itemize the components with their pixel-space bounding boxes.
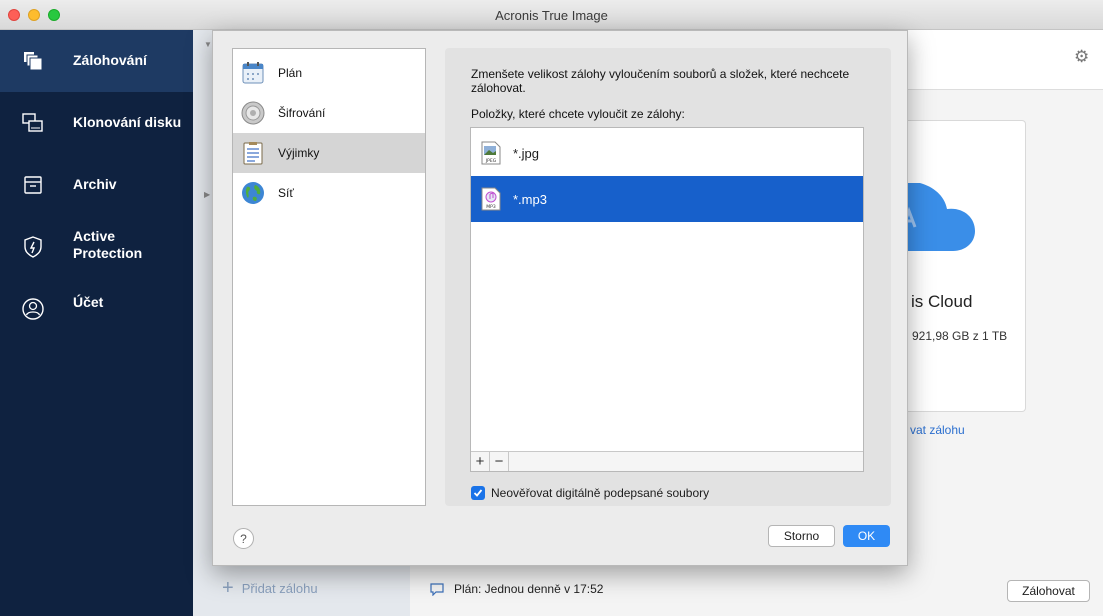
account-icon xyxy=(22,298,44,320)
remove-exclusion-button[interactable]: − xyxy=(490,452,509,471)
encryption-icon xyxy=(241,101,265,125)
mp3-file-icon: MP3 xyxy=(481,187,501,211)
ok-button[interactable]: OK xyxy=(843,525,890,547)
skip-signed-files-checkbox[interactable] xyxy=(471,486,485,500)
change-destination-link[interactable]: vat zálohu xyxy=(910,423,965,437)
cloud-destination-name: is Cloud xyxy=(911,292,973,311)
sidebar-item-label: Archiv xyxy=(73,176,117,192)
svg-text:JPEG: JPEG xyxy=(485,158,497,164)
category-item-network[interactable]: Síť xyxy=(233,173,425,213)
add-backup-button[interactable]: + Přidat zálohu xyxy=(222,577,318,599)
gear-icon[interactable]: ⚙ xyxy=(1074,47,1089,67)
schedule-info: Plán: Jednou denně v 17:52 xyxy=(430,582,603,596)
exclusions-icon xyxy=(241,141,265,165)
exclusions-dialog: Plán Šifrování Výjimky Síť Zmenšete veli… xyxy=(212,30,908,566)
shield-icon xyxy=(22,236,44,258)
exclusions-panel: Zmenšete velikost zálohy vyloučením soub… xyxy=(445,48,891,506)
sidebar-item-label: Zálohování xyxy=(73,52,147,68)
exclusions-list-label: Položky, které chcete vyloučit ze zálohy… xyxy=(471,107,685,121)
sidebar-item-clone-disk[interactable]: Klonování disku xyxy=(0,92,193,154)
list-item[interactable]: JPEG *.jpg xyxy=(471,130,863,176)
backup-icon xyxy=(22,50,44,72)
comment-icon xyxy=(430,582,444,596)
sidebar-item-label: Klonování disku xyxy=(73,114,182,130)
sidebar-item-active-protection[interactable]: Active Protection xyxy=(0,216,193,278)
exclusions-description: Zmenšete velikost zálohy vyloučením soub… xyxy=(471,67,850,95)
window-title: Acronis True Image xyxy=(495,8,608,23)
exclusion-label: *.mp3 xyxy=(513,191,547,207)
category-label: Výjimky xyxy=(278,146,320,160)
help-button[interactable]: ? xyxy=(233,528,254,549)
calendar-icon xyxy=(241,61,265,85)
sidebar-item-backup[interactable]: Zálohování xyxy=(0,30,193,92)
destination-card[interactable] xyxy=(895,120,1026,412)
sidebar: Zálohování Klonování disku Archiv Active… xyxy=(0,30,193,616)
sidebar-item-label: Účet xyxy=(73,294,104,310)
schedule-text: Plán: Jednou denně v 17:52 xyxy=(454,582,604,596)
category-list: Plán Šifrování Výjimky Síť xyxy=(232,48,426,506)
category-label: Plán xyxy=(278,66,303,80)
add-backup-label: Přidat zálohu xyxy=(241,580,318,596)
plus-icon: + xyxy=(222,577,234,599)
svg-text:MP3: MP3 xyxy=(486,204,496,210)
exclusion-label: *.jpg xyxy=(513,145,540,161)
category-label: Šifrování xyxy=(278,106,326,120)
skip-signed-files-option[interactable]: Neověřovat digitálně podepsané soubory xyxy=(471,486,709,500)
skip-signed-files-label: Neověřovat digitálně podepsané soubory xyxy=(491,486,710,500)
checkmark-icon xyxy=(473,489,483,497)
cloud-storage-usage: 921,98 GB z 1 TB xyxy=(912,329,1008,343)
collapse-arrow-icon: ▼ xyxy=(204,40,212,49)
expand-arrow-icon: ▶ xyxy=(204,190,211,199)
category-item-schedule[interactable]: Plán xyxy=(233,53,425,93)
category-item-exclusions[interactable]: Výjimky xyxy=(233,133,425,173)
archive-icon xyxy=(22,174,44,196)
jpeg-file-icon: JPEG xyxy=(481,141,501,165)
globe-icon xyxy=(241,181,265,205)
sidebar-item-account[interactable]: Účet xyxy=(0,278,193,340)
sidebar-item-archive[interactable]: Archiv xyxy=(0,154,193,216)
backup-now-button[interactable]: Zálohovat xyxy=(1007,580,1090,602)
title-bar: Acronis True Image xyxy=(0,0,1103,30)
clone-disk-icon xyxy=(22,112,44,134)
sidebar-item-label: Active Protection xyxy=(73,228,143,261)
cancel-button[interactable]: Storno xyxy=(768,525,835,547)
category-item-encryption[interactable]: Šifrování xyxy=(233,93,425,133)
list-item[interactable]: MP3 *.mp3 xyxy=(471,176,863,222)
category-label: Síť xyxy=(278,186,294,200)
exclusions-list[interactable]: JPEG *.jpg MP3 *.mp3 + − xyxy=(470,127,864,472)
add-exclusion-button[interactable]: + xyxy=(471,452,490,471)
list-toolbar: + − xyxy=(471,451,863,471)
